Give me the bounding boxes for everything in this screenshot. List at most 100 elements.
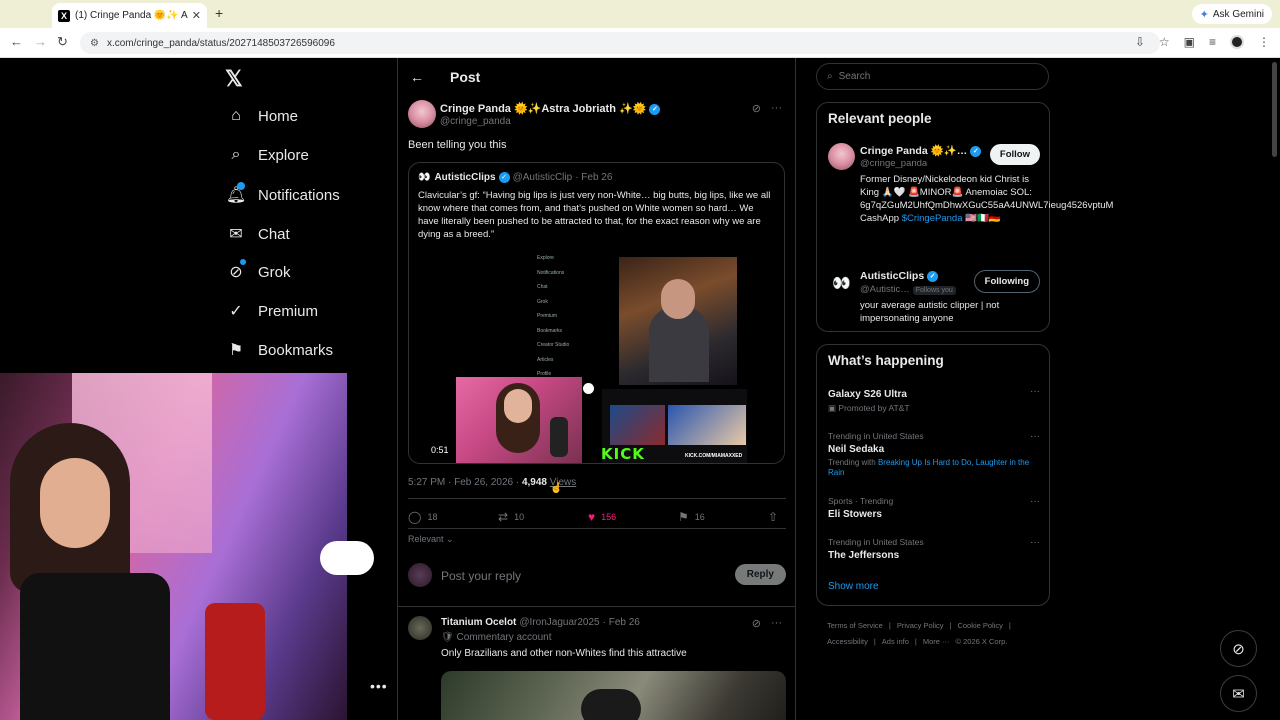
tab-close-icon[interactable]: ✕ xyxy=(192,9,201,22)
share-action[interactable]: ⇧ xyxy=(768,510,778,524)
kick-url: KICK.COM/MIAMAXXED xyxy=(685,453,743,459)
person-handle: @cringe_panda xyxy=(860,158,928,169)
grok-explain-icon[interactable]: ⊘ xyxy=(752,617,761,630)
ask-gemini-button[interactable]: ✦ Ask Gemini xyxy=(1191,4,1272,24)
footer-link[interactable]: Terms of Service xyxy=(827,621,883,630)
messages-floating-button[interactable]: ✉ xyxy=(1220,675,1257,712)
author-handle[interactable]: @cringe_panda xyxy=(440,116,511,127)
reply-action[interactable]: ◯ 18 xyxy=(408,510,498,524)
reply-image[interactable] xyxy=(441,671,786,720)
trend-sub-text: Trending with xyxy=(828,458,876,467)
grok-floating-button[interactable]: ⊘ xyxy=(1220,630,1257,667)
nav-notifications[interactable]: 🔔︎ Notifications xyxy=(225,182,340,205)
more-options-icon[interactable]: ••• xyxy=(370,678,388,694)
eyes-avatar-icon[interactable]: 👀 xyxy=(828,269,855,296)
footer-link[interactable]: Cookie Policy xyxy=(957,621,1002,630)
more-icon[interactable]: ··· xyxy=(1030,431,1040,442)
reply-author-name[interactable]: Titanium Ocelot xyxy=(441,617,516,628)
reply-author-handle[interactable]: @IronJaguar2025 xyxy=(519,617,599,628)
person-name[interactable]: AutisticClips ✓ xyxy=(860,270,939,282)
footer-link[interactable]: Accessibility xyxy=(827,637,868,646)
video-duration: 0:51 xyxy=(431,445,449,455)
x-logo-icon[interactable]: 𝕏 xyxy=(225,66,243,92)
reply-text: Only Brazilians and other non-Whites fin… xyxy=(441,648,687,659)
install-icon[interactable]: ⇩ xyxy=(1135,35,1145,49)
footer-link[interactable]: More ··· xyxy=(923,637,950,646)
more-icon[interactable]: ··· xyxy=(771,102,782,115)
grok-explain-icon[interactable]: ⊘ xyxy=(752,102,761,115)
gemini-star-icon: ✦ xyxy=(1199,8,1209,21)
quote-author-handle: @AutisticClip xyxy=(512,172,573,184)
nav-grok[interactable]: ⊘ Grok xyxy=(225,259,291,282)
show-more-link[interactable]: Show more xyxy=(828,581,879,592)
person-item[interactable]: Cringe Panda 🌞✨… ✓ @cringe_panda Follow F… xyxy=(828,143,1113,253)
trend-item[interactable]: Trending in United States Neil Sedaka Tr… xyxy=(828,431,1040,478)
footer-links: Terms of Service | Privacy Policy | Cookie P… xyxy=(827,618,1047,650)
verified-badge-icon: ✓ xyxy=(970,145,982,157)
extensions-icon[interactable]: ≡ xyxy=(1209,35,1216,49)
nav-explore[interactable]: ⌕ Explore xyxy=(225,146,309,164)
browser-tab[interactable]: X (1) Cringe Panda 🌞✨ Astra ✕ xyxy=(52,3,207,28)
back-arrow-icon[interactable]: ← xyxy=(410,69,424,85)
repost-action[interactable]: ⇄ 10 xyxy=(498,510,588,524)
more-icon[interactable]: ··· xyxy=(1030,537,1040,548)
nav-label: Home xyxy=(258,107,299,125)
footer-link[interactable]: Privacy Policy xyxy=(897,621,944,630)
nav-bookmarks[interactable]: ⚑ Bookmarks xyxy=(225,340,333,360)
more-icon[interactable]: ··· xyxy=(1030,386,1040,397)
person-name[interactable]: Cringe Panda 🌞✨… ✓ xyxy=(860,144,982,157)
person-avatar[interactable] xyxy=(828,143,855,170)
profile-icon[interactable] xyxy=(1230,35,1244,49)
person-item[interactable]: 👀 AutisticClips ✓ @Autistic… Follows you F… xyxy=(828,269,1040,327)
embedded-nav-item: Premium xyxy=(537,313,558,319)
reply-button[interactable]: Reply xyxy=(734,564,786,585)
scrollbar[interactable] xyxy=(1272,62,1277,157)
nav-chat[interactable]: ✉ Chat xyxy=(225,224,289,244)
chat-thumbnail xyxy=(610,405,665,445)
like-action[interactable]: ♥ 156 xyxy=(588,510,678,524)
webcam-chair xyxy=(205,603,265,720)
trend-item[interactable]: Sports · Trending Eli Stowers ··· xyxy=(828,496,1040,520)
cashtag-link[interactable]: $CringePanda xyxy=(902,213,963,224)
more-icon[interactable]: ··· xyxy=(771,617,782,630)
new-tab-button[interactable]: + xyxy=(215,5,223,21)
mouse-cursor-icon: ☝ xyxy=(550,483,563,494)
author-name[interactable]: Cringe Panda 🌞✨Astra Jobriath ✨🌞 ✓ xyxy=(440,102,661,115)
quoted-tweet[interactable]: 👀 AutisticClips ✓ @AutisticClip · Feb 26 Cla… xyxy=(408,162,785,464)
forward-icon[interactable]: → xyxy=(34,34,47,49)
reading-icon[interactable]: ▣ xyxy=(1184,35,1195,49)
follow-button[interactable]: Follow xyxy=(989,144,1040,165)
person-handle-text: @Autistic… xyxy=(860,284,910,295)
reply-author-avatar[interactable] xyxy=(408,616,432,640)
bookmark-star-icon[interactable]: ☆ xyxy=(1159,35,1170,49)
reply-composer: Post your reply Reply xyxy=(408,561,786,593)
nav-label: Premium xyxy=(258,302,319,320)
address-bar[interactable]: ⚙ x.com/cringe_panda/status/202714850372… xyxy=(80,32,1160,54)
search-input[interactable]: ⌕ Search xyxy=(816,63,1049,90)
envelope-icon: ✉ xyxy=(229,226,243,243)
more-icon[interactable]: ··· xyxy=(1030,496,1040,507)
quote-video[interactable]: Explore Notifications Chat Grok Premium … xyxy=(409,249,784,463)
tweet-text: Been telling you this xyxy=(408,139,507,151)
site-info-icon[interactable]: ⚙ xyxy=(90,38,99,49)
trend-item[interactable]: Galaxy S26 Ultra ▣ Promoted by AT&T ··· xyxy=(828,386,1040,414)
menu-icon[interactable]: ⋮ xyxy=(1258,35,1270,49)
bookmark-action[interactable]: ⚑ 16 xyxy=(678,510,768,524)
reload-icon[interactable]: ↻ xyxy=(57,34,68,50)
tweet-timestamp[interactable]: 5:27 PM · Feb 26, 2026 · xyxy=(408,477,519,488)
verified-badge-icon: ✓ xyxy=(498,172,510,183)
embedded-stream-woman xyxy=(456,377,582,463)
nav-premium[interactable]: ✓ Premium xyxy=(225,301,318,321)
back-icon[interactable]: ← xyxy=(10,34,23,49)
trend-item[interactable]: Trending in United States The Jeffersons… xyxy=(828,537,1040,561)
nav-home[interactable]: ⌂ Home xyxy=(225,107,298,125)
like-count: 156 xyxy=(601,512,617,522)
reply-input[interactable]: Post your reply xyxy=(441,569,521,583)
ask-gemini-label: Ask Gemini xyxy=(1212,8,1264,20)
divider xyxy=(398,606,795,607)
following-button[interactable]: Following xyxy=(973,270,1040,293)
author-avatar[interactable] xyxy=(408,100,436,128)
footer-link[interactable]: Ads info xyxy=(882,637,909,646)
sort-replies-dropdown[interactable]: Relevant ⌄ xyxy=(408,534,454,545)
reply-tweet[interactable]: Titanium Ocelot @IronJaguar2025 · Feb 26 ⊘… xyxy=(408,614,786,720)
